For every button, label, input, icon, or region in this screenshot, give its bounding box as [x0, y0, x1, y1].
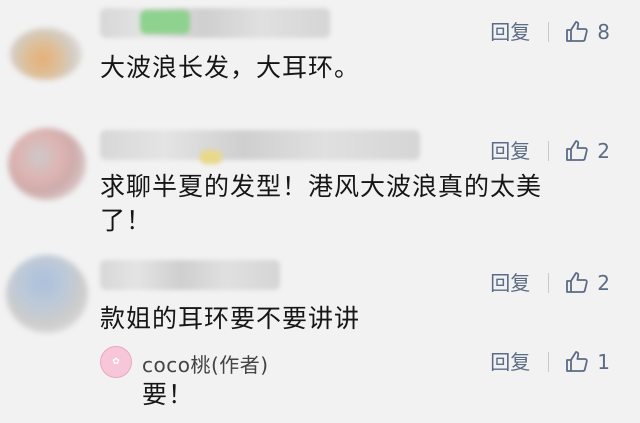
- thumbs-up-icon: [566, 272, 589, 293]
- comment-actions: 回复 2: [490, 268, 610, 298]
- like-count: 1: [597, 350, 610, 374]
- reply-button[interactable]: 回复: [490, 22, 550, 42]
- thumbs-up-icon: [566, 351, 589, 372]
- thumbs-up-icon: [566, 21, 589, 42]
- comment-actions: 回复 8: [490, 17, 610, 47]
- username-blurred: [100, 130, 420, 160]
- avatar[interactable]: [8, 128, 86, 200]
- like-count: 2: [597, 271, 610, 295]
- comment-actions: 回复 2: [490, 136, 610, 166]
- username-blurred-mark: [200, 150, 222, 164]
- like-button[interactable]: 1: [565, 350, 610, 374]
- author-name[interactable]: coco桃(作者): [142, 349, 269, 378]
- reply-button[interactable]: 回复: [490, 352, 550, 372]
- comment-text-line-2: 了！: [100, 206, 153, 235]
- like-button[interactable]: 2: [565, 271, 610, 295]
- comment-text-line-1: 求聊半夏的发型！港风大波浪真的太美: [100, 172, 543, 201]
- reply-actions: 回复 1: [490, 347, 610, 377]
- reply-text: 要！: [142, 380, 195, 409]
- username-blurred: [100, 260, 280, 290]
- author-avatar[interactable]: ✿: [100, 346, 132, 378]
- avatar[interactable]: [6, 255, 88, 333]
- like-count: 2: [597, 139, 610, 163]
- comment-text: 款姐的耳环要不要讲讲: [100, 304, 361, 333]
- reply-button[interactable]: 回复: [490, 141, 550, 161]
- avatar[interactable]: [10, 28, 82, 80]
- like-count: 8: [597, 20, 610, 44]
- like-button[interactable]: 8: [565, 20, 610, 44]
- like-button[interactable]: 2: [565, 139, 610, 163]
- comment-text: 大波浪长发，大耳环。: [100, 53, 361, 82]
- username-blurred-highlight: [140, 10, 190, 34]
- thumbs-up-icon: [566, 140, 589, 161]
- reply-button[interactable]: 回复: [490, 273, 550, 293]
- username-blurred: [100, 8, 330, 38]
- author-avatar-logo: ✿: [112, 357, 120, 367]
